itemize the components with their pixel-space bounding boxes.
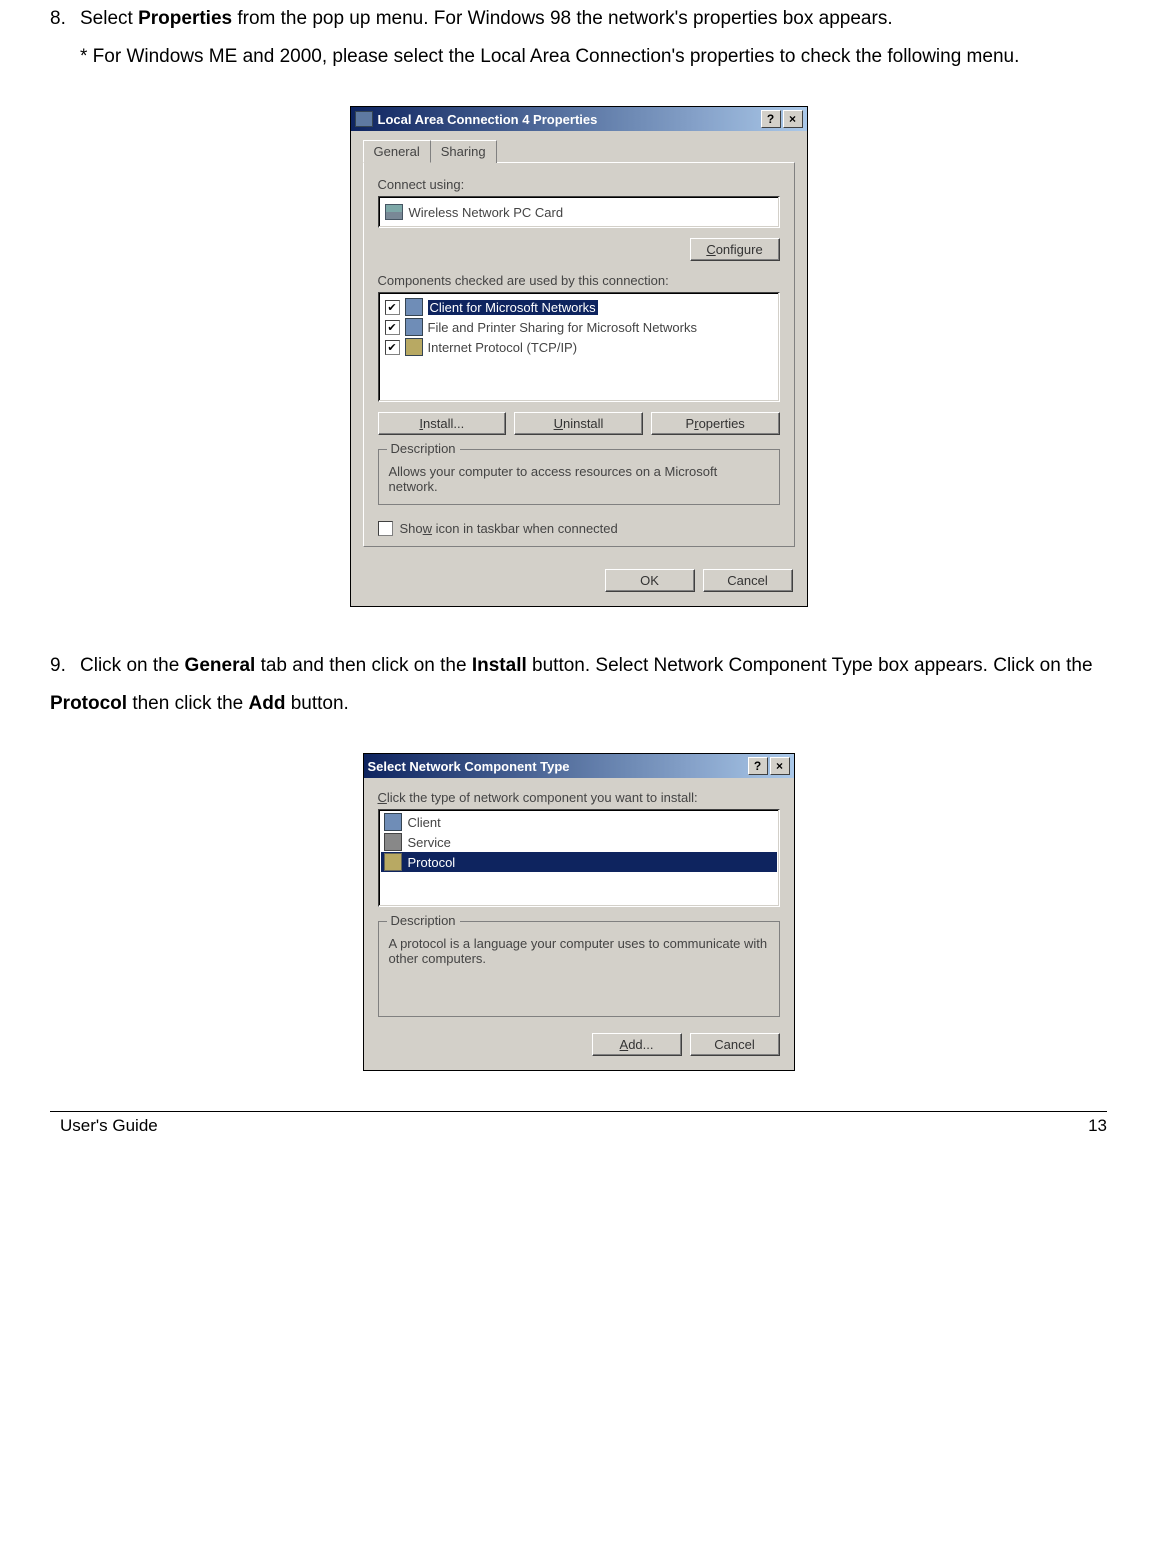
component-type-listbox[interactable]: Client Service Protocol — [378, 809, 780, 907]
cancel-button[interactable]: Cancel — [690, 1033, 780, 1056]
description-group: Description Allows your computer to acce… — [378, 449, 780, 505]
dialog2-prompt: Click the type of network component you … — [378, 790, 780, 805]
dialog2-title: Select Network Component Type — [368, 759, 570, 774]
close-button[interactable]: × — [783, 110, 803, 128]
footer-left: User's Guide — [60, 1116, 158, 1136]
tab-general[interactable]: General — [363, 140, 431, 163]
description-text: Allows your computer to access resources… — [389, 464, 769, 494]
list-item-label: Service — [408, 835, 451, 850]
list-item-label: Client — [408, 815, 441, 830]
components-listbox[interactable]: ✔ Client for Microsoft Networks ✔ File a… — [378, 292, 780, 402]
step9-b4: Add — [249, 693, 286, 714]
step9-p5: button. — [285, 693, 348, 714]
client-icon — [405, 298, 423, 316]
connection-icon — [355, 111, 373, 127]
checkbox-icon[interactable]: ✔ — [385, 320, 400, 335]
step9-b2: Install — [472, 655, 527, 676]
step8-note: * For Windows ME and 2000, please select… — [80, 38, 1107, 76]
protocol-icon — [384, 853, 402, 871]
list-item-service[interactable]: Service — [381, 832, 777, 852]
step9-b1: General — [185, 655, 256, 676]
service-icon — [405, 318, 423, 336]
help-button[interactable]: ? — [748, 757, 768, 775]
component-label: File and Printer Sharing for Microsoft N… — [428, 320, 697, 335]
step9-p4: then click the — [127, 693, 248, 714]
step9-p3: button. Select Network Component Type bo… — [527, 655, 1093, 676]
step9-p1: Click on the — [80, 655, 185, 676]
add-button[interactable]: Add... — [592, 1033, 682, 1056]
step9-b3: Protocol — [50, 693, 127, 714]
step8-bold-properties: Properties — [138, 8, 232, 29]
connect-using-label: Connect using: — [378, 177, 780, 192]
description-legend: Description — [387, 441, 460, 456]
install-button[interactable]: Install... — [378, 412, 507, 435]
list-item-label: Protocol — [408, 855, 456, 870]
protocol-icon — [405, 338, 423, 356]
component-item[interactable]: ✔ Internet Protocol (TCP/IP) — [383, 337, 775, 357]
properties-button[interactable]: Properties — [651, 412, 780, 435]
step9-number: 9. — [50, 647, 80, 685]
adapter-box: Wireless Network PC Card — [378, 196, 780, 228]
select-network-component-type-dialog: Select Network Component Type ? × Click … — [363, 753, 795, 1071]
description-group: Description A protocol is a language you… — [378, 921, 780, 1017]
checkbox-icon[interactable]: ✔ — [385, 300, 400, 315]
help-button[interactable]: ? — [761, 110, 781, 128]
component-label: Internet Protocol (TCP/IP) — [428, 340, 578, 355]
configure-button-rest: onfigure — [716, 242, 763, 257]
page-number: 13 — [1088, 1116, 1107, 1136]
component-item[interactable]: ✔ File and Printer Sharing for Microsoft… — [383, 317, 775, 337]
component-label: Client for Microsoft Networks — [428, 300, 598, 315]
close-button[interactable]: × — [770, 757, 790, 775]
step9-p2: tab and then click on the — [255, 655, 472, 676]
components-label: Components checked are used by this conn… — [378, 273, 780, 288]
dialog2-titlebar[interactable]: Select Network Component Type ? × — [364, 754, 794, 778]
cancel-button[interactable]: Cancel — [703, 569, 793, 592]
list-item-protocol[interactable]: Protocol — [381, 852, 777, 872]
description-text: A protocol is a language your computer u… — [389, 936, 769, 966]
step8-number: 8. — [50, 0, 80, 38]
step8-text-before: Select — [80, 8, 138, 29]
dialog1-titlebar[interactable]: Local Area Connection 4 Properties ? × — [351, 107, 807, 131]
network-adapter-icon — [385, 204, 403, 220]
local-area-connection-properties-dialog: Local Area Connection 4 Properties ? × G… — [350, 106, 808, 607]
tab-sharing[interactable]: Sharing — [430, 140, 497, 163]
configure-button[interactable]: Configure — [690, 238, 780, 261]
checkbox-icon[interactable]: ✔ — [385, 340, 400, 355]
show-icon-checkbox[interactable] — [378, 521, 393, 536]
service-icon — [384, 833, 402, 851]
list-item-client[interactable]: Client — [381, 812, 777, 832]
adapter-name: Wireless Network PC Card — [409, 205, 564, 220]
footer-rule — [50, 1111, 1107, 1112]
description-legend: Description — [387, 913, 460, 928]
client-icon — [384, 813, 402, 831]
uninstall-button[interactable]: Uninstall — [514, 412, 643, 435]
component-item[interactable]: ✔ Client for Microsoft Networks — [383, 297, 775, 317]
step8-text-after: from the pop up menu. For Windows 98 the… — [232, 8, 893, 29]
dialog1-title: Local Area Connection 4 Properties — [378, 112, 598, 127]
show-icon-label: Show icon in taskbar when connected — [400, 521, 618, 536]
ok-button[interactable]: OK — [605, 569, 695, 592]
